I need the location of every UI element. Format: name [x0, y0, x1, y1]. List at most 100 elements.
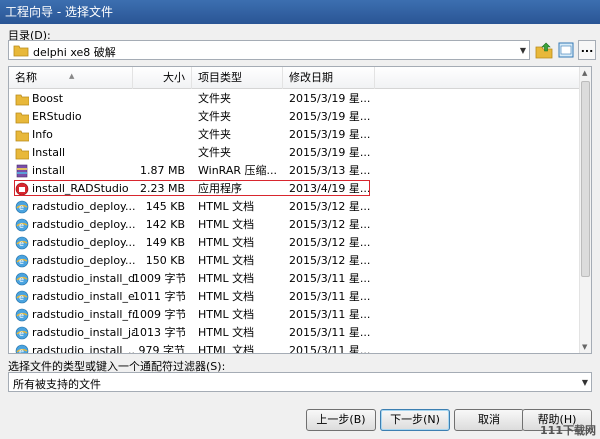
- file-type: HTML 文档: [198, 254, 255, 267]
- file-row[interactable]: e radstudio_install_de 1009 字节 HTML 文档 2015/…: [9, 270, 581, 288]
- file-date: 2015/3/11 星...: [289, 326, 371, 339]
- file-date: 2015/3/19 星...: [289, 146, 371, 159]
- svg-text:e: e: [19, 275, 24, 284]
- file-row[interactable]: e radstudio_install_en 1011 字节 HTML 文档 2015/…: [9, 288, 581, 306]
- file-type: 文件夹: [198, 92, 231, 105]
- application-icon: [15, 182, 29, 196]
- file-name-cell: e radstudio_install_...: [15, 342, 135, 354]
- file-row[interactable]: Install 文件夹 2015/3/19 星...: [9, 144, 581, 162]
- file-type: 应用程序: [198, 182, 242, 195]
- chevron-down-icon[interactable]: ▼: [520, 46, 526, 55]
- svg-text:e: e: [19, 293, 24, 302]
- svg-text:e: e: [19, 311, 24, 320]
- file-date: 2015/3/12 星...: [289, 236, 371, 249]
- directory-combobox[interactable]: delphi xe8 破解 ▼: [8, 40, 530, 60]
- html-document-icon: e: [15, 290, 29, 304]
- file-row[interactable]: e radstudio_install_fr 1009 字节 HTML 文档 2015/…: [9, 306, 581, 324]
- file-date: 2015/3/11 星...: [289, 290, 371, 303]
- file-type: HTML 文档: [198, 290, 255, 303]
- chevron-down-icon[interactable]: ▼: [582, 378, 588, 387]
- file-type: HTML 文档: [198, 272, 255, 285]
- svg-text:e: e: [19, 257, 24, 266]
- file-name: ERStudio: [32, 110, 82, 123]
- file-name: radstudio_install_ja: [32, 326, 135, 339]
- file-name-cell: e radstudio_deploy...: [15, 198, 135, 216]
- file-name: radstudio_install_en: [32, 290, 135, 303]
- file-row[interactable]: e radstudio_deploy... 150 KB HTML 文档 2015/3/…: [9, 252, 581, 270]
- file-name: Install: [32, 146, 66, 159]
- svg-text:e: e: [19, 329, 24, 338]
- html-document-icon: e: [15, 254, 29, 268]
- file-date: 2015/3/12 星...: [289, 200, 371, 213]
- file-name-cell: e radstudio_deploy...: [15, 234, 135, 252]
- file-name-cell: e radstudio_deploy...: [15, 252, 135, 270]
- file-row[interactable]: ERStudio 文件夹 2015/3/19 星...: [9, 108, 581, 126]
- file-row[interactable]: e radstudio_deploy... 142 KB HTML 文档 2015/3/…: [9, 216, 581, 234]
- file-size: 1013 字节: [133, 326, 185, 339]
- file-row[interactable]: e radstudio_deploy... 145 KB HTML 文档 2015/3/…: [9, 198, 581, 216]
- file-size: [133, 90, 185, 108]
- file-size: 1009 字节: [133, 272, 185, 285]
- view-menu-icon: [558, 42, 574, 58]
- file-row[interactable]: e radstudio_deploy... 149 KB HTML 文档 2015/3/…: [9, 234, 581, 252]
- file-size: 1011 字节: [133, 290, 185, 303]
- file-type: HTML 文档: [198, 308, 255, 321]
- file-type: HTML 文档: [198, 236, 255, 249]
- scrollbar-thumb[interactable]: [581, 81, 590, 277]
- rar-archive-icon: [16, 164, 28, 178]
- more-options-button[interactable]: ...: [578, 40, 596, 60]
- window-title: 工程向导 - 选择文件: [0, 0, 600, 24]
- file-size: 145 KB: [145, 200, 185, 213]
- file-name: radstudio_deploy...: [32, 200, 135, 213]
- file-name-cell: e radstudio_install_fr: [15, 306, 135, 324]
- file-date: 2015/3/19 星...: [289, 92, 371, 105]
- file-name-cell: install_RADStudio: [15, 180, 135, 198]
- file-row[interactable]: e radstudio_install_ja 1013 字节 HTML 文档 2015/…: [9, 324, 581, 342]
- cancel-button[interactable]: 取消: [454, 409, 524, 431]
- vertical-scrollbar[interactable]: ▲ ▼: [579, 67, 591, 353]
- up-folder-button[interactable]: [534, 40, 554, 60]
- scroll-up-icon[interactable]: ▲: [582, 69, 587, 77]
- file-name: Boost: [32, 92, 64, 105]
- column-header-size[interactable]: 大小: [133, 67, 192, 89]
- file-name-cell: Info: [15, 126, 135, 144]
- file-row[interactable]: install 1.87 MB WinRAR 压缩... 2015/3/13 星...: [9, 162, 581, 180]
- next-button[interactable]: 下一步(N): [380, 409, 450, 431]
- filter-combobox[interactable]: 所有被支持的文件 ▼: [8, 372, 592, 392]
- directory-value: delphi xe8 破解: [33, 46, 116, 59]
- folder-icon: [15, 94, 29, 106]
- column-header-date[interactable]: 修改日期: [283, 67, 375, 89]
- svg-text:e: e: [19, 239, 24, 248]
- file-name: radstudio_install_fr: [32, 308, 135, 321]
- html-document-icon: e: [15, 218, 29, 232]
- file-size: [133, 144, 185, 162]
- file-row[interactable]: e radstudio_install_... 979 字节 HTML 文档 2015/…: [9, 342, 581, 354]
- file-name-cell: e radstudio_install_ja: [15, 324, 135, 342]
- file-name: radstudio_install_de: [32, 272, 135, 285]
- new-folder-button[interactable]: [556, 40, 576, 60]
- file-date: 2015/3/11 星...: [289, 344, 371, 354]
- file-list[interactable]: ▲ 名称 大小 项目类型 修改日期 Boost 文件夹 2015/3/19 星...…: [8, 66, 592, 354]
- file-name-cell: Boost: [15, 90, 135, 108]
- file-name: Info: [32, 128, 53, 141]
- html-document-icon: e: [15, 200, 29, 214]
- file-row[interactable]: install_RADStudio 2.23 MB 应用程序 2013/4/19 星.…: [9, 180, 581, 198]
- file-size: 1.87 MB: [139, 164, 185, 177]
- file-date: 2015/3/11 星...: [289, 308, 371, 321]
- up-folder-icon: [535, 42, 553, 59]
- file-date: 2015/3/12 星...: [289, 254, 371, 267]
- html-document-icon: e: [15, 326, 29, 340]
- file-name: install_RADStudio: [32, 182, 129, 195]
- back-button[interactable]: 上一步(B): [306, 409, 376, 431]
- file-row[interactable]: Info 文件夹 2015/3/19 星...: [9, 126, 581, 144]
- svg-text:e: e: [19, 347, 24, 354]
- watermark: 111下载网: [540, 424, 596, 437]
- column-header-name[interactable]: ▲ 名称: [9, 67, 133, 89]
- scroll-down-icon[interactable]: ▼: [582, 343, 587, 351]
- file-type: 文件夹: [198, 146, 231, 159]
- filter-value: 所有被支持的文件: [13, 378, 101, 391]
- folder-icon: [15, 130, 29, 142]
- column-header-type[interactable]: 项目类型: [192, 67, 283, 89]
- html-document-icon: e: [15, 308, 29, 322]
- file-row[interactable]: Boost 文件夹 2015/3/19 星...: [9, 90, 581, 108]
